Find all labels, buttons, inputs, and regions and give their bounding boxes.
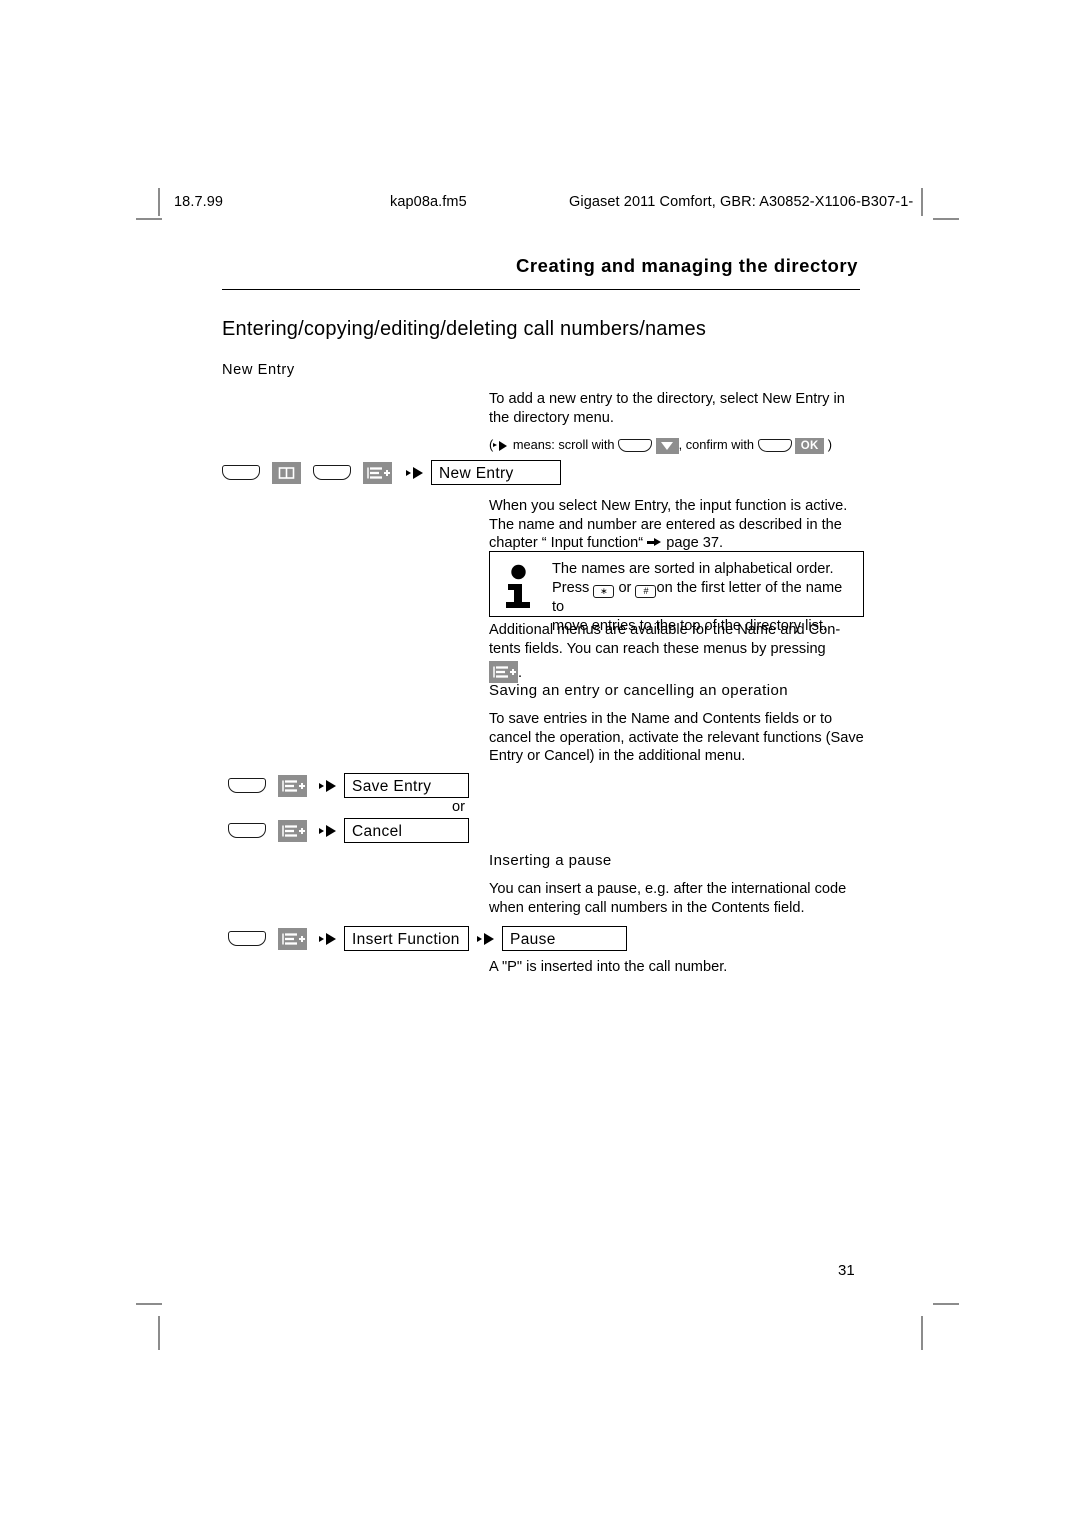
pause-body: You can insert a pause, e.g. after the i… (489, 881, 847, 916)
additional-menus-paragraph: Additional menus are available for the N… (489, 621, 864, 684)
softkey-blank-icon[interactable] (228, 931, 266, 946)
menu-plus-icon[interactable] (278, 819, 307, 842)
book-directory-icon[interactable] (272, 461, 301, 484)
crop-mark-bottom-right-v (921, 1316, 923, 1350)
note-line-1: The names are sorted in alphabetical ord… (552, 561, 834, 577)
new-entry-label: New Entry (222, 362, 295, 378)
additional-menus-period: . (518, 665, 523, 682)
scroll-arrow-icon (493, 440, 509, 451)
crop-mark-top-right (933, 218, 959, 220)
scroll-arrow-icon (319, 824, 338, 837)
running-head-date: 18.7.99 (174, 194, 224, 210)
chapter-title: Creating and managing the directory (515, 255, 858, 276)
pause-heading: Inserting a pause (489, 852, 612, 869)
pause-result: A "P" is inserted into the call number. (489, 959, 728, 975)
cancel-key-sequence: Cancel (228, 818, 469, 843)
additional-menus-line-1: Additional menus are available for the N… (489, 622, 841, 638)
star-key-icon[interactable]: ∗ (593, 585, 615, 599)
new-entry-intro: To add a new entry to the directory, sel… (489, 391, 845, 426)
scroll-arrow-icon (319, 932, 338, 945)
softkey-blank-icon[interactable] (618, 439, 653, 453)
running-head: 18.7.99 kap08a.fm5 Gigaset 2011 Comfort,… (0, 194, 1080, 216)
note-box: The names are sorted in alphabetical ord… (489, 551, 864, 634)
note-line-2: Press ∗ or # on the first letter of the n… (552, 579, 853, 617)
section-heading: Entering/copying/editing/deleting call n… (222, 318, 707, 340)
ok-key-icon[interactable]: OK (795, 437, 825, 454)
insert-function-key-sequence: Insert Function Pause (228, 926, 627, 951)
scroll-confirm-legend: ( means: scroll with , confirm with OK ) (489, 437, 832, 454)
running-head-filename: kap08a.fm5 (390, 194, 467, 210)
menu-item-insert-function[interactable]: Insert Function (344, 926, 469, 951)
note-press-label: Press (552, 580, 590, 597)
menu-item-save-entry[interactable]: Save Entry (344, 773, 469, 798)
legend-confirm-label: , confirm with (678, 437, 755, 452)
softkey-blank-icon[interactable] (228, 823, 266, 838)
saving-body: To save entries in the Name and Contents… (489, 711, 864, 765)
hash-key-icon[interactable]: # (635, 585, 657, 599)
header-rule (222, 289, 860, 290)
scroll-arrow-icon (406, 466, 425, 479)
menu-plus-icon[interactable] (363, 461, 392, 484)
additional-menus-line-3: . (489, 661, 864, 684)
info-i-icon (504, 564, 538, 615)
chevron-down-icon[interactable] (655, 437, 679, 454)
softkey-blank-icon[interactable] (228, 778, 266, 793)
additional-menus-line-2: tents fields. You can reach these menus … (489, 640, 826, 657)
menu-plus-icon[interactable] (278, 927, 307, 950)
new-entry-key-sequence: New Entry (222, 460, 561, 485)
arrow-right-icon (647, 537, 662, 548)
or-label: or (452, 799, 465, 815)
softkey-blank-icon-2[interactable] (757, 439, 792, 453)
running-head-document: Gigaset 2011 Comfort, GBR: A30852-X1106-… (569, 194, 914, 210)
softkey-blank-icon[interactable] (222, 465, 260, 480)
page-number: 31 (838, 1262, 855, 1279)
legend-means-label: means: scroll with (512, 437, 615, 452)
saving-heading: Saving an entry or cancelling an operati… (489, 682, 789, 699)
crop-mark-bottom-right (933, 1303, 959, 1305)
new-entry-body: When you select New Entry, the input fun… (489, 497, 864, 553)
softkey-blank-icon-2[interactable] (313, 465, 351, 480)
save-entry-key-sequence: Save Entry (228, 773, 469, 798)
new-entry-page-ref: page 37. (666, 535, 724, 552)
menu-plus-icon[interactable] (278, 774, 307, 797)
note-or-label: or (618, 580, 632, 597)
menu-item-pause[interactable]: Pause (502, 926, 627, 951)
menu-item-new-entry[interactable]: New Entry (431, 460, 561, 485)
scroll-arrow-icon-2 (477, 932, 496, 945)
crop-mark-bottom-left (136, 1303, 162, 1305)
crop-mark-top-left (136, 218, 162, 220)
menu-item-cancel[interactable]: Cancel (344, 818, 469, 843)
scroll-arrow-icon (319, 779, 338, 792)
crop-mark-bottom-left-v (158, 1316, 160, 1350)
menu-plus-icon-inline[interactable] (489, 661, 518, 684)
legend-close-paren: ) (827, 437, 832, 452)
